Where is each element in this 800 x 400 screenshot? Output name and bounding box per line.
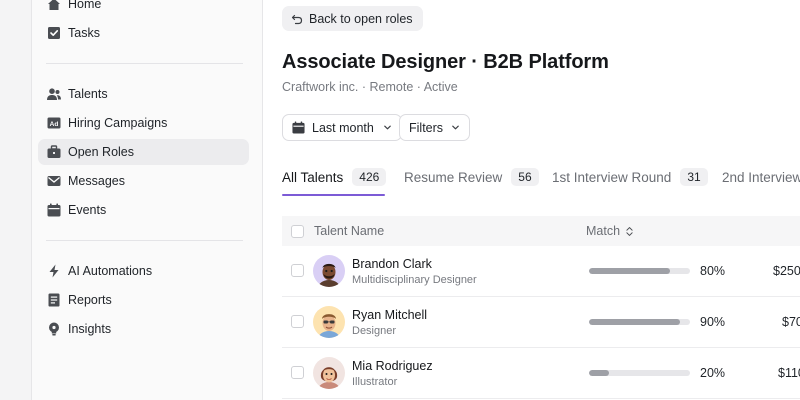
home-icon (47, 0, 61, 11)
row-divider (282, 398, 800, 399)
tab-1st-interview-round[interactable]: 1st Interview Round 31 (552, 166, 708, 188)
tab-label: 2nd Interview (722, 169, 800, 185)
sidebar-item-events[interactable]: Events (38, 197, 249, 223)
sidebar-item-reports[interactable]: Reports (38, 287, 249, 313)
undo-arrow-icon (291, 14, 303, 24)
rate-value: $70 (782, 315, 800, 329)
sidebar-item-tasks[interactable]: Tasks (38, 20, 249, 46)
sidebar-item-label: Talents (68, 87, 108, 101)
sidebar-item-label: Tasks (68, 26, 100, 40)
sidebar-item-messages[interactable]: Messages (38, 168, 249, 194)
row-divider (282, 296, 800, 297)
left-gutter (0, 0, 32, 400)
filters-label: Filters (409, 120, 444, 135)
select-all-checkbox[interactable] (291, 225, 304, 238)
sidebar-item-label: Home (68, 0, 102, 11)
sidebar-item-label: Reports (68, 293, 112, 307)
sidebar-item-label: Messages (68, 174, 125, 188)
match-percent: 80% (700, 264, 726, 278)
sidebar-item-label: Open Roles (68, 145, 135, 159)
date-range-label: Last month (312, 120, 374, 135)
row-divider (282, 347, 800, 348)
chevron-down-icon (384, 125, 391, 130)
tab-resume-review[interactable]: Resume Review 56 (404, 166, 539, 188)
sidebar-item-label: Hiring Campaigns (68, 116, 168, 130)
sidebar-item-label: Insights (68, 322, 112, 336)
avatar (313, 255, 345, 287)
chevron-down-icon (452, 125, 459, 130)
sidebar: Home Tasks Talents Ad Hiring Campaigns O… (32, 0, 263, 400)
svg-text:Ad: Ad (50, 121, 59, 128)
match-progress-fill (589, 370, 610, 376)
tab-label: All Talents (282, 169, 344, 185)
match-progress-fill (589, 319, 680, 325)
talent-role: Illustrator (352, 376, 398, 388)
date-range-dropdown[interactable]: Last month (282, 114, 402, 141)
mail-icon (47, 174, 61, 188)
talent-name[interactable]: Ryan Mitchell (352, 308, 427, 322)
tab-count-badge: 31 (680, 168, 708, 186)
sidebar-item-insights[interactable]: Insights (38, 316, 249, 342)
match-percent: 90% (700, 315, 726, 329)
talent-role: Multidisciplinary Designer (352, 274, 477, 286)
active-tab-indicator (282, 194, 385, 196)
page-subtitle: Craftwork inc. · Remote · Active (282, 80, 458, 94)
avatar (313, 306, 345, 338)
row-checkbox[interactable] (291, 366, 304, 379)
column-header-label: Match (586, 224, 621, 238)
column-header-match[interactable]: Match (586, 224, 633, 238)
sidebar-item-label: AI Automations (68, 264, 153, 278)
sidebar-divider (46, 63, 243, 64)
talent-name[interactable]: Mia Rodriguez (352, 359, 433, 373)
filters-dropdown[interactable]: Filters (399, 114, 471, 141)
tab-count-badge: 426 (352, 168, 387, 186)
match-progress-bar (589, 370, 690, 376)
briefcase-icon (47, 145, 61, 159)
lightbulb-icon (47, 322, 61, 336)
match-percent: 20% (700, 366, 726, 380)
tab-label: 1st Interview Round (552, 169, 672, 185)
row-checkbox[interactable] (291, 315, 304, 328)
calendar-icon (47, 203, 61, 217)
calendar-icon (292, 121, 305, 134)
rate-value: $250 (773, 264, 800, 278)
back-button-label: Back to open roles (309, 11, 413, 26)
sidebar-item-home[interactable]: Home (38, 0, 249, 17)
tab-all-talents[interactable]: All Talents 426 (282, 166, 387, 188)
sidebar-item-open-roles[interactable]: Open Roles (38, 139, 249, 165)
back-to-open-roles-button[interactable]: Back to open roles (282, 6, 423, 31)
match-progress-bar (589, 319, 690, 325)
tab-label: Resume Review (404, 169, 503, 185)
sidebar-divider (46, 240, 243, 241)
check-square-icon (47, 26, 61, 40)
match-progress-fill (589, 268, 670, 274)
document-icon (47, 293, 61, 307)
sort-icon (626, 226, 633, 236)
avatar (313, 357, 345, 389)
match-progress-bar (589, 268, 690, 274)
sidebar-item-hiring-campaigns[interactable]: Ad Hiring Campaigns (38, 110, 249, 136)
row-checkbox[interactable] (291, 264, 304, 277)
lightning-icon (47, 264, 61, 278)
talent-role: Designer (352, 325, 397, 337)
rate-value: $110 (778, 366, 800, 380)
column-header-label: Talent Name (314, 224, 385, 238)
sidebar-item-ai-automations[interactable]: AI Automations (38, 258, 249, 284)
sidebar-item-talents[interactable]: Talents (38, 81, 249, 107)
talent-name[interactable]: Brandon Clark (352, 257, 432, 271)
column-header-talent-name[interactable]: Talent Name (314, 224, 384, 238)
tab-count-badge: 56 (511, 168, 539, 186)
ad-icon: Ad (47, 116, 61, 130)
page-title: Associate Designer · B2B Platform (282, 51, 609, 73)
sidebar-item-label: Events (68, 203, 107, 217)
users-icon (47, 87, 61, 101)
tab-2nd-interview[interactable]: 2nd Interview (722, 166, 800, 188)
